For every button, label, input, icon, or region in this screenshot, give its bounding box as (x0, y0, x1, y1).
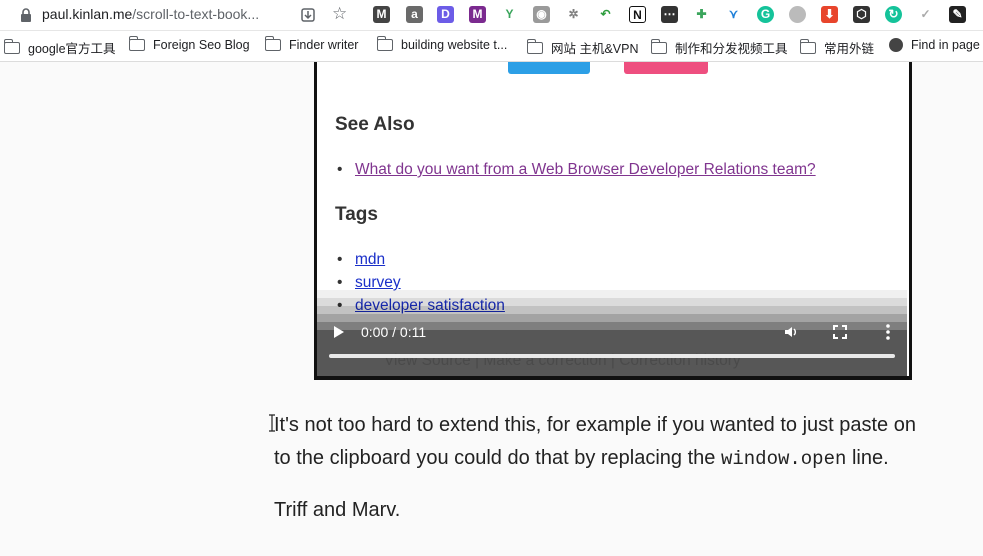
ext-y-icon[interactable]: Y (501, 6, 518, 23)
notion-icon[interactable]: N (629, 6, 646, 23)
camera-icon[interactable]: ◉ (533, 6, 550, 23)
bookmark-external-links[interactable]: 常用外链 (799, 38, 874, 57)
hex-icon[interactable]: ⬡ (853, 6, 870, 23)
folder-icon (376, 36, 393, 51)
video-pink-button (624, 62, 708, 74)
folder-icon (650, 38, 667, 54)
video-progress-bar[interactable] (329, 354, 895, 358)
fade-band (317, 290, 907, 298)
more-options-icon[interactable] (886, 324, 890, 340)
bookmarks-bar: google官方工具 Foreign Seo Blog Finder write… (0, 31, 983, 62)
bookmark-find-in-page[interactable]: Find in page (889, 38, 980, 52)
address-bar[interactable]: paul.kinlan.me/scroll-to-text-book... ☆ … (0, 0, 983, 31)
volume-icon[interactable] (783, 324, 799, 340)
url-path: /scroll-to-text-book... (132, 6, 260, 22)
refresh-icon[interactable]: ↻ (885, 6, 902, 23)
fade-band (317, 298, 907, 306)
tags-heading: Tags (335, 204, 378, 225)
inline-code: window.open (720, 448, 847, 470)
url-text[interactable]: paul.kinlan.me/scroll-to-text-book... (42, 6, 259, 22)
gear-icon[interactable]: ✲ (565, 6, 582, 23)
video-controls: 0:00 / 0:11 (317, 324, 909, 376)
install-icon[interactable] (300, 7, 316, 23)
video-blue-button (508, 62, 590, 74)
time-display: 0:00 / 0:11 (361, 324, 427, 340)
check-icon[interactable]: ✓ (917, 6, 934, 23)
download-icon[interactable]: ⬇ (821, 6, 838, 23)
plus-icon[interactable]: ✚ (693, 6, 710, 23)
fade-band (317, 306, 907, 314)
bookmark-star-icon[interactable]: ☆ (332, 4, 347, 24)
pen-icon[interactable]: ✎ (949, 6, 966, 23)
bookmark-hosting-vpn[interactable]: 网站 主机&VPN (526, 38, 639, 57)
see-also-heading: See Also (335, 114, 415, 135)
url-host: paul.kinlan.me (42, 6, 133, 22)
paragraph-line: to the clipboard you could do that by re… (274, 447, 889, 470)
fade-band (317, 314, 907, 322)
ext-a-icon[interactable]: a (406, 6, 423, 23)
bookmark-finder-writer[interactable]: Finder writer (264, 36, 358, 52)
video-player[interactable]: See Also What do you want from a Web Bro… (314, 62, 912, 380)
globe-icon (889, 38, 903, 52)
fullscreen-icon[interactable] (833, 325, 847, 339)
bookmark-video-tools[interactable]: 制作和分发视频工具 (650, 38, 788, 57)
bookmark-google-tools[interactable]: google官方工具 (3, 38, 116, 57)
folder-icon (128, 36, 145, 51)
folder-icon (264, 36, 281, 51)
bookmark-building-website[interactable]: building website t... (376, 36, 507, 52)
play-icon[interactable] (333, 325, 345, 339)
ext-d-icon[interactable]: D (437, 6, 454, 23)
bookmark-foreign-seo[interactable]: Foreign Seo Blog (128, 36, 250, 52)
folder-icon (3, 38, 20, 54)
lock-icon[interactable] (20, 8, 32, 22)
folder-icon (799, 38, 816, 54)
ext-r-icon[interactable]: M (469, 6, 486, 23)
grey-circle-icon[interactable] (789, 6, 806, 23)
paragraph-line: It's not too hard to extend this, for ex… (274, 414, 916, 436)
undo-icon[interactable]: ↶ (597, 6, 614, 23)
ext-m-icon[interactable]: M (373, 6, 390, 23)
v-icon[interactable]: ⋎ (725, 6, 742, 23)
dots-icon[interactable]: ⋯ (661, 6, 678, 23)
folder-icon (526, 38, 543, 54)
grammarly-icon[interactable]: G (757, 6, 774, 23)
tag-link: mdn (337, 251, 385, 269)
see-also-link: What do you want from a Web Browser Deve… (337, 161, 816, 179)
closing-line: Triff and Marv. (274, 499, 401, 521)
